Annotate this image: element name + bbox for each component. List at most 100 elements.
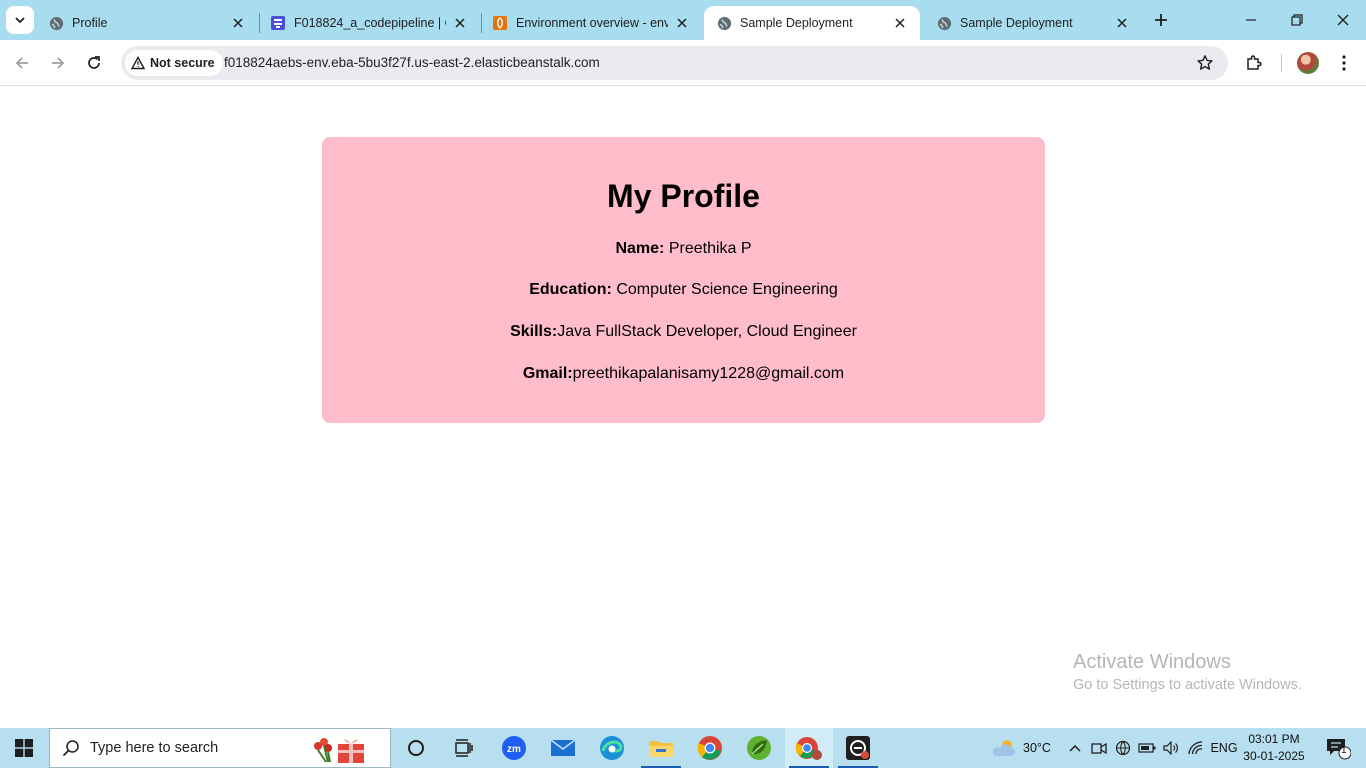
url-text[interactable]: f018824aebs-env.eba-5bu3f27f.us-east-2.e… — [224, 55, 600, 70]
zoom-app-icon: zm — [502, 736, 526, 760]
restore-button[interactable] — [1274, 0, 1320, 40]
tab-profile[interactable]: Profile — [36, 6, 258, 40]
taskbar-app-chrome[interactable] — [686, 728, 734, 768]
windows-logo-icon — [15, 739, 33, 757]
reload-icon — [88, 56, 100, 69]
taskbar: Type here to search zm 30°C ENG 03:01 PM… — [0, 728, 1366, 768]
close-icon[interactable] — [452, 15, 468, 31]
tab-title: Profile — [72, 16, 108, 30]
clock[interactable]: 03:01 PM 30-01-2025 — [1240, 731, 1308, 765]
taskbar-app-edge[interactable] — [588, 728, 636, 768]
network-status-button[interactable] — [1112, 728, 1134, 768]
taskbar-app-file-explorer[interactable] — [637, 728, 685, 768]
browser-menu-button[interactable] — [1330, 49, 1358, 77]
name-row: Name: Preethika P — [322, 240, 1045, 258]
browser-toolbar: Not secure f018824aebs-env.eba-5bu3f27f.… — [0, 40, 1366, 86]
clock-date: 30-01-2025 — [1243, 749, 1305, 763]
tab-title: Sample Deployment — [960, 16, 1073, 30]
warning-icon — [131, 56, 145, 70]
name-value: Preethika P — [664, 240, 752, 257]
tab-search-button[interactable] — [6, 6, 34, 34]
search-icon — [62, 740, 79, 757]
globe-icon — [936, 15, 952, 31]
bookmark-star-icon[interactable] — [1196, 54, 1214, 72]
meet-now-button[interactable] — [1088, 728, 1110, 768]
tab-strip: Profile F018824_a_codepipeline | CodePip… — [0, 0, 1366, 40]
notifications-button[interactable]: 1 — [1318, 728, 1358, 768]
codepipeline-icon — [270, 15, 286, 31]
globe-icon — [716, 15, 732, 31]
restore-icon — [1291, 14, 1303, 26]
close-icon[interactable] — [892, 15, 908, 31]
address-bar[interactable]: Not secure f018824aebs-env.eba-5bu3f27f.… — [121, 46, 1228, 80]
arrow-left-icon — [15, 57, 28, 69]
skills-row: Skills:Java FullStack Developer, Cloud E… — [322, 323, 1045, 341]
task-view-icon — [455, 739, 473, 757]
taskbar-app-spring-tools[interactable] — [735, 728, 783, 768]
name-label: Name: — [615, 240, 665, 257]
cortana-button[interactable] — [392, 728, 440, 768]
partly-cloudy-icon — [992, 740, 1016, 756]
activation-watermark: Activate Windows Go to Settings to activ… — [1073, 651, 1302, 693]
edge-browser-icon — [600, 736, 624, 760]
close-icon[interactable] — [674, 15, 690, 31]
puzzle-icon — [1247, 55, 1262, 70]
taskbar-app-chrome-profile[interactable] — [785, 728, 833, 768]
education-label: Education: — [529, 281, 612, 298]
gift-flowers-icon — [314, 738, 364, 763]
taskbar-search[interactable]: Type here to search — [49, 728, 391, 768]
tab-codepipeline[interactable]: F018824_a_codepipeline | CodePipeline — [258, 6, 480, 40]
wifi-button[interactable] — [1184, 728, 1208, 768]
watermark-title: Activate Windows — [1073, 651, 1231, 673]
tab-sample-deployment-active[interactable]: Sample Deployment — [704, 6, 920, 40]
profile-button[interactable] — [1294, 49, 1322, 77]
language-label: ENG — [1210, 741, 1238, 755]
task-view-button[interactable] — [440, 728, 488, 768]
volume-button[interactable] — [1160, 728, 1182, 768]
start-button[interactable] — [0, 728, 48, 768]
arrow-right-icon — [52, 57, 65, 69]
forward-button[interactable] — [44, 49, 72, 77]
tab-sample-deployment[interactable]: Sample Deployment — [924, 6, 1142, 40]
close-window-button[interactable] — [1320, 0, 1366, 40]
tab-title: Environment overview - environment — [516, 16, 668, 30]
show-hidden-icons-button[interactable] — [1064, 728, 1086, 768]
skills-label: Skills: — [510, 323, 558, 340]
back-button[interactable] — [8, 49, 36, 77]
vpn-globe-icon — [1115, 740, 1131, 756]
profile-card: My Profile Name: Preethika P Education: … — [322, 137, 1045, 423]
notification-count: 1 — [1341, 745, 1347, 756]
elastic-beanstalk-icon — [492, 15, 508, 31]
toolbar-divider — [1281, 54, 1282, 72]
close-icon — [1337, 14, 1349, 26]
taskbar-app-mail[interactable] — [539, 728, 587, 768]
taskbar-app-zoom[interactable]: zm — [490, 728, 538, 768]
reload-button[interactable] — [80, 49, 108, 77]
page-title: My Profile — [607, 178, 760, 214]
gmail-label: Gmail: — [522, 365, 573, 382]
close-icon[interactable] — [230, 15, 246, 31]
battery-icon — [1138, 743, 1156, 753]
wifi-icon — [1188, 741, 1203, 755]
site-info-chip[interactable]: Not secure — [125, 50, 223, 76]
weather-widget[interactable]: 30°C — [986, 728, 1056, 768]
search-placeholder: Type here to search — [90, 740, 219, 756]
close-icon[interactable] — [1114, 15, 1130, 31]
tab-title: Sample Deployment — [740, 16, 853, 30]
new-tab-button[interactable] — [1149, 8, 1173, 32]
minimize-button[interactable] — [1228, 0, 1274, 40]
chevron-up-icon — [1069, 744, 1081, 752]
battery-button[interactable] — [1136, 728, 1158, 768]
extensions-button[interactable] — [1240, 49, 1268, 77]
minimize-icon — [1246, 19, 1256, 21]
folder-icon — [649, 741, 673, 757]
tab-environment-overview[interactable]: Environment overview - environment — [480, 6, 702, 40]
spring-leaf-icon — [747, 736, 771, 760]
weather-temperature: 30°C — [1023, 741, 1051, 755]
avatar — [1297, 52, 1319, 74]
chevron-down-icon — [15, 17, 25, 24]
gmail-row: Gmail:preethikapalanisamy1228@gmail.com — [322, 365, 1045, 383]
input-language-button[interactable]: ENG — [1208, 728, 1240, 768]
taskbar-app-eclipse[interactable] — [834, 728, 882, 768]
svg-text:zm: zm — [507, 744, 521, 755]
